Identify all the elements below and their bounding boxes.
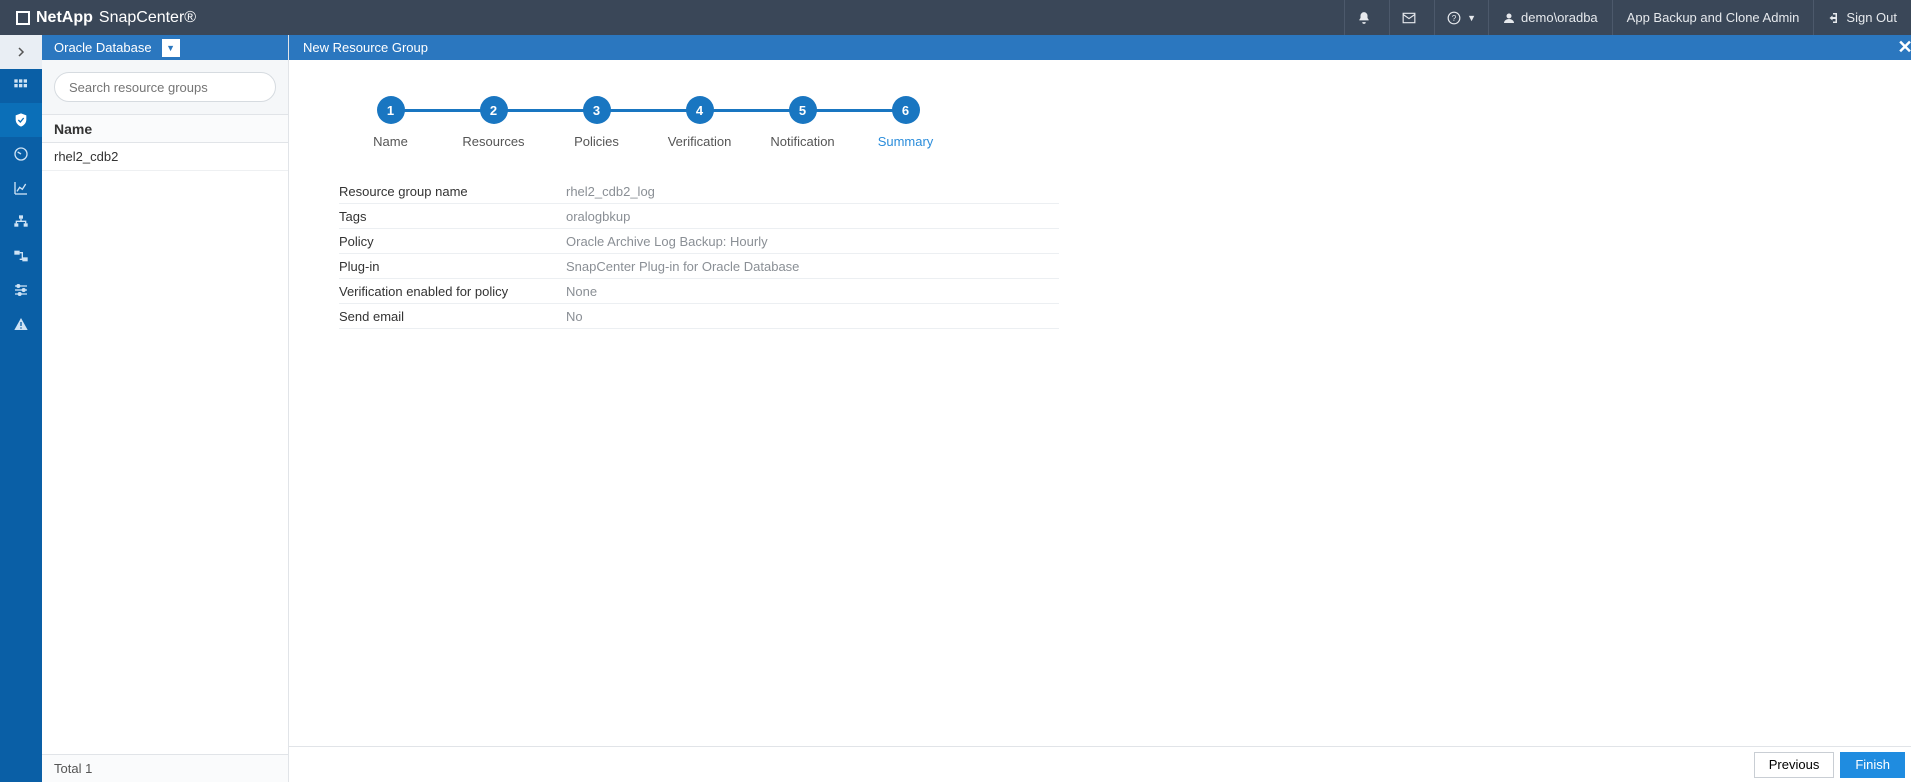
nav-resources[interactable]: [0, 103, 42, 137]
nav-alerts[interactable]: [0, 307, 42, 341]
mail-icon: [1402, 11, 1416, 25]
chart-icon: [13, 180, 29, 196]
step-number: 1: [377, 96, 405, 124]
summary-row: Verification enabled for policy None: [339, 279, 1059, 304]
bell-icon: [1357, 11, 1371, 25]
wizard-panel: New Resource Group ✕ 1 Name 2 Resources …: [289, 35, 1911, 782]
nav-reports[interactable]: [0, 171, 42, 205]
step-number: 6: [892, 96, 920, 124]
finish-button[interactable]: Finish: [1840, 752, 1905, 778]
user-menu[interactable]: demo\oradba: [1488, 0, 1612, 35]
user-label: demo\oradba: [1521, 10, 1598, 25]
storage-icon: [13, 248, 29, 264]
step-number: 2: [480, 96, 508, 124]
summary-key: Policy: [339, 234, 566, 249]
wizard-titlebar: New Resource Group: [289, 35, 1911, 60]
step-number: 4: [686, 96, 714, 124]
list-header-label: Name: [54, 121, 92, 137]
messages-button[interactable]: [1389, 0, 1434, 35]
brand-product: SnapCenter®: [99, 9, 196, 27]
summary-key: Tags: [339, 209, 566, 224]
grid-icon: [13, 78, 29, 94]
step-verification[interactable]: 4 Verification: [648, 96, 751, 149]
nav-dashboard[interactable]: [0, 69, 42, 103]
step-policies[interactable]: 3 Policies: [545, 96, 648, 149]
alert-icon: [13, 316, 29, 332]
list-total-label: Total 1: [54, 761, 92, 776]
help-button[interactable]: ? ▼: [1434, 0, 1488, 35]
summary-row: Policy Oracle Archive Log Backup: Hourly: [339, 229, 1059, 254]
role-label: App Backup and Clone Admin: [1627, 10, 1800, 25]
previous-button[interactable]: Previous: [1754, 752, 1835, 778]
summary-value: oralogbkup: [566, 209, 1059, 224]
breadcrumb: Oracle Database ▼: [42, 35, 288, 60]
step-name[interactable]: 1 Name: [339, 96, 442, 149]
summary-row: Tags oralogbkup: [339, 204, 1059, 229]
summary-value: Oracle Archive Log Backup: Hourly: [566, 234, 1059, 249]
nav-hosts[interactable]: [0, 205, 42, 239]
notifications-button[interactable]: [1344, 0, 1389, 35]
summary-key: Plug-in: [339, 259, 566, 274]
step-summary[interactable]: 6 Summary: [854, 96, 957, 149]
gauge-icon: [13, 146, 29, 162]
step-notification[interactable]: 5 Notification: [751, 96, 854, 149]
summary-key: Resource group name: [339, 184, 566, 199]
chevron-right-icon: [15, 46, 27, 58]
signout-label: Sign Out: [1846, 10, 1897, 25]
close-icon: ✕: [1897, 37, 1911, 58]
list-header-name[interactable]: Name: [42, 115, 288, 143]
signout-icon: [1828, 12, 1840, 24]
step-label: Resources: [462, 134, 524, 149]
wizard-footer: Previous Finish: [289, 746, 1911, 782]
hosts-icon: [13, 214, 29, 230]
rail-expand-button[interactable]: [0, 35, 42, 69]
breadcrumb-dropdown[interactable]: ▼: [162, 39, 180, 57]
search-input[interactable]: [54, 72, 276, 102]
caret-down-icon: ▼: [1467, 13, 1476, 23]
wizard-title: New Resource Group: [303, 40, 428, 55]
summary-key: Verification enabled for policy: [339, 284, 566, 299]
summary-row: Send email No: [339, 304, 1059, 329]
step-label: Name: [373, 134, 408, 149]
list-total: Total 1: [42, 754, 288, 782]
step-number: 3: [583, 96, 611, 124]
summary-value: rhel2_cdb2_log: [566, 184, 1059, 199]
netapp-logo-icon: [16, 11, 30, 25]
summary-row: Resource group name rhel2_cdb2_log: [339, 179, 1059, 204]
list-item[interactable]: rhel2_cdb2: [42, 143, 288, 171]
nav-storage[interactable]: [0, 239, 42, 273]
list-item-label: rhel2_cdb2: [54, 149, 118, 164]
svg-text:?: ?: [1452, 13, 1457, 22]
step-resources[interactable]: 2 Resources: [442, 96, 545, 149]
role-label-cell[interactable]: App Backup and Clone Admin: [1612, 0, 1814, 35]
step-label: Policies: [574, 134, 619, 149]
summary-table: Resource group name rhel2_cdb2_log Tags …: [339, 179, 1059, 329]
help-icon: ?: [1447, 11, 1461, 25]
step-label: Summary: [878, 134, 934, 149]
signout-button[interactable]: Sign Out: [1813, 0, 1911, 35]
summary-row: Plug-in SnapCenter Plug-in for Oracle Da…: [339, 254, 1059, 279]
brand: NetApp SnapCenter®: [0, 9, 196, 27]
wizard-close-button[interactable]: ✕: [1893, 35, 1911, 60]
step-label: Verification: [668, 134, 732, 149]
user-icon: [1503, 12, 1515, 24]
nav-rail: [0, 35, 42, 782]
nav-monitor[interactable]: [0, 137, 42, 171]
breadcrumb-label: Oracle Database: [54, 40, 152, 55]
summary-key: Send email: [339, 309, 566, 324]
resource-list-panel: Oracle Database ▼ Name rhel2_cdb2 Total …: [42, 35, 289, 782]
step-label: Notification: [770, 134, 834, 149]
summary-value: SnapCenter Plug-in for Oracle Database: [566, 259, 1059, 274]
step-number: 5: [789, 96, 817, 124]
brand-netapp: NetApp: [36, 9, 93, 27]
summary-value: None: [566, 284, 1059, 299]
sliders-icon: [13, 282, 29, 298]
wizard-stepper: 1 Name 2 Resources 3 Policies 4: [339, 96, 1911, 149]
caret-down-icon: ▼: [166, 43, 175, 53]
nav-settings[interactable]: [0, 273, 42, 307]
summary-value: No: [566, 309, 1059, 324]
shield-check-icon: [13, 112, 29, 128]
